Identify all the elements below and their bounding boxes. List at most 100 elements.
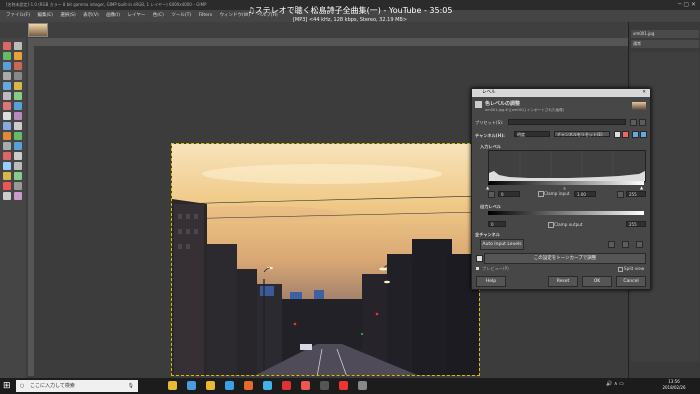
preview-checkbox[interactable] xyxy=(476,267,479,270)
output-low-field[interactable]: 0 xyxy=(488,221,506,227)
toolbox-tool-icon[interactable] xyxy=(3,132,11,140)
preset-add-button[interactable] xyxy=(630,119,637,126)
taskbar-app-icon[interactable] xyxy=(244,381,253,390)
image-tab-thumbnail[interactable] xyxy=(28,23,48,37)
preset-menu-button[interactable] xyxy=(639,119,646,126)
taskbar-app-icon[interactable] xyxy=(168,381,177,390)
histogram-scale-icon[interactable] xyxy=(632,131,639,138)
taskbar-app-icon[interactable] xyxy=(282,381,291,390)
toolbox-tool-icon[interactable] xyxy=(3,172,11,180)
toolbox-tool-icon[interactable] xyxy=(14,72,22,80)
canvas-image[interactable] xyxy=(171,143,480,376)
toolbox-tool-icon[interactable] xyxy=(3,52,11,60)
black-point-picker-icon[interactable] xyxy=(488,191,495,198)
toolbox-tool-icon[interactable] xyxy=(3,82,11,90)
white-picker-icon[interactable] xyxy=(636,241,643,248)
input-high-field[interactable]: 255 xyxy=(626,191,646,197)
levels-dialog-title: レベル xyxy=(482,90,496,95)
taskbar-app-icon[interactable] xyxy=(206,381,215,390)
toolbox-tool-icon[interactable] xyxy=(14,182,22,190)
toolbox-tool-icon[interactable] xyxy=(3,182,11,190)
levels-icon xyxy=(475,101,482,108)
system-tray-icons[interactable]: 🔊 ∧ ▭ xyxy=(606,381,624,387)
clamp-output-label: Clamp output xyxy=(554,222,583,227)
levels-dialog: レベル ✕ 色レベルの調整 xm001.jpg-6 ([xm001] インポート… xyxy=(471,88,651,290)
histogram-scale-icon-2[interactable] xyxy=(640,131,647,138)
video-overlay-title: ♫ステレオで聴く松島詩子全曲集(一) - YouTube - 35:05 xyxy=(247,6,453,15)
toolbox-tool-icon[interactable] xyxy=(3,92,11,100)
levels-dialog-titlebar[interactable]: レベル ✕ xyxy=(472,89,650,97)
output-gradient xyxy=(488,211,644,215)
toolbox-tool-icon[interactable] xyxy=(14,92,22,100)
taskbar-app-icon[interactable] xyxy=(187,381,196,390)
taskbar-app-icon[interactable] xyxy=(263,381,272,390)
reset-button[interactable]: Reset xyxy=(548,276,578,287)
toolbox-tool-icon[interactable] xyxy=(3,152,11,160)
gamma-handle[interactable]: ▲ xyxy=(563,185,566,190)
dock-image-name[interactable]: xm001.jpg xyxy=(631,30,699,38)
log-histogram-icon[interactable] xyxy=(622,131,629,138)
gamma-field[interactable]: 1.00 xyxy=(574,191,596,197)
toolbox xyxy=(0,38,26,378)
cancel-button[interactable]: Cancel xyxy=(616,276,646,287)
clock-date: 2018/02/26 xyxy=(662,385,686,390)
toolbox-tool-icon[interactable] xyxy=(3,72,11,80)
channel-select[interactable]: 明度 xyxy=(514,131,550,137)
horizontal-ruler xyxy=(28,38,638,46)
toolbox-tool-icon[interactable] xyxy=(3,42,11,50)
output-high-field[interactable]: 255 xyxy=(626,221,646,227)
taskbar-app-icon[interactable] xyxy=(320,381,329,390)
split-view-label: Split view xyxy=(624,266,645,271)
toolbox-tool-icon[interactable] xyxy=(3,142,11,150)
close-icon[interactable]: ✕ xyxy=(642,89,646,97)
black-picker-icon[interactable] xyxy=(608,241,615,248)
reset-channel-button[interactable]: チャンネルをリセット(E) xyxy=(554,131,610,137)
all-channels-label: 全チャンネル xyxy=(475,232,500,237)
toolbox-tool-icon[interactable] xyxy=(14,122,22,130)
toolbox-tool-icon[interactable] xyxy=(14,82,22,90)
clamp-input-label: Clamp input xyxy=(544,191,570,196)
windows-start-icon[interactable]: ⊞ xyxy=(3,381,11,391)
input-low-handle[interactable]: ▲ xyxy=(486,185,489,190)
gray-picker-icon[interactable] xyxy=(622,241,629,248)
layer-mode-select[interactable]: 通常 xyxy=(631,40,699,48)
toolbox-tool-icon[interactable] xyxy=(14,142,22,150)
taskbar-clock[interactable]: 13:56 2018/02/26 xyxy=(654,379,694,391)
toolbox-tool-icon[interactable] xyxy=(3,192,11,200)
split-view-checkbox[interactable] xyxy=(618,267,623,272)
toolbox-tool-icon[interactable] xyxy=(14,52,22,60)
linear-histogram-icon[interactable] xyxy=(614,131,621,138)
levels-subheader: xm001.jpg-6 ([xm001] インポートされた画像) xyxy=(485,108,565,112)
toolbox-tool-icon[interactable] xyxy=(14,132,22,140)
preset-combo[interactable] xyxy=(508,119,626,125)
toolbox-tool-icon[interactable] xyxy=(14,102,22,110)
toolbox-tool-icon[interactable] xyxy=(3,102,11,110)
toolbox-tool-icon[interactable] xyxy=(14,42,22,50)
toolbox-tool-icon[interactable] xyxy=(14,152,22,160)
toolbox-tool-icon[interactable] xyxy=(3,162,11,170)
ok-button[interactable]: OK xyxy=(582,276,612,287)
auto-input-levels-button[interactable]: Auto Input Levels xyxy=(480,239,524,250)
preview-label: プレビュー(P) xyxy=(482,266,509,271)
taskbar-app-icon[interactable] xyxy=(301,381,310,390)
taskbar-app-icon[interactable] xyxy=(225,381,234,390)
toolbox-tool-icon[interactable] xyxy=(14,112,22,120)
microphone-icon[interactable]: 🎙 xyxy=(128,380,134,392)
toolbox-tool-icon[interactable] xyxy=(3,122,11,130)
toolbox-tool-icon[interactable] xyxy=(3,112,11,120)
channel-label: チャンネル(H): xyxy=(475,133,505,138)
taskbar-app-icon[interactable] xyxy=(358,381,367,390)
input-histogram xyxy=(488,150,646,182)
taskbar-app-icon[interactable] xyxy=(339,381,348,390)
taskbar-search-box[interactable]: ○ ここに入力して検索 🎙 xyxy=(16,380,138,392)
input-high-handle[interactable]: ▲ xyxy=(640,185,643,190)
toolbox-tool-icon[interactable] xyxy=(3,62,11,70)
toolbox-tool-icon[interactable] xyxy=(14,192,22,200)
input-low-field[interactable]: 0 xyxy=(498,191,520,197)
toolbox-tool-icon[interactable] xyxy=(14,162,22,170)
help-button[interactable]: Help xyxy=(476,276,506,287)
toolbox-tool-icon[interactable] xyxy=(14,62,22,70)
white-point-picker-icon[interactable] xyxy=(617,191,624,198)
toolbox-tool-icon[interactable] xyxy=(14,172,22,180)
edit-as-curves-button[interactable]: この設定をトーンカーブで調整 xyxy=(484,253,646,264)
